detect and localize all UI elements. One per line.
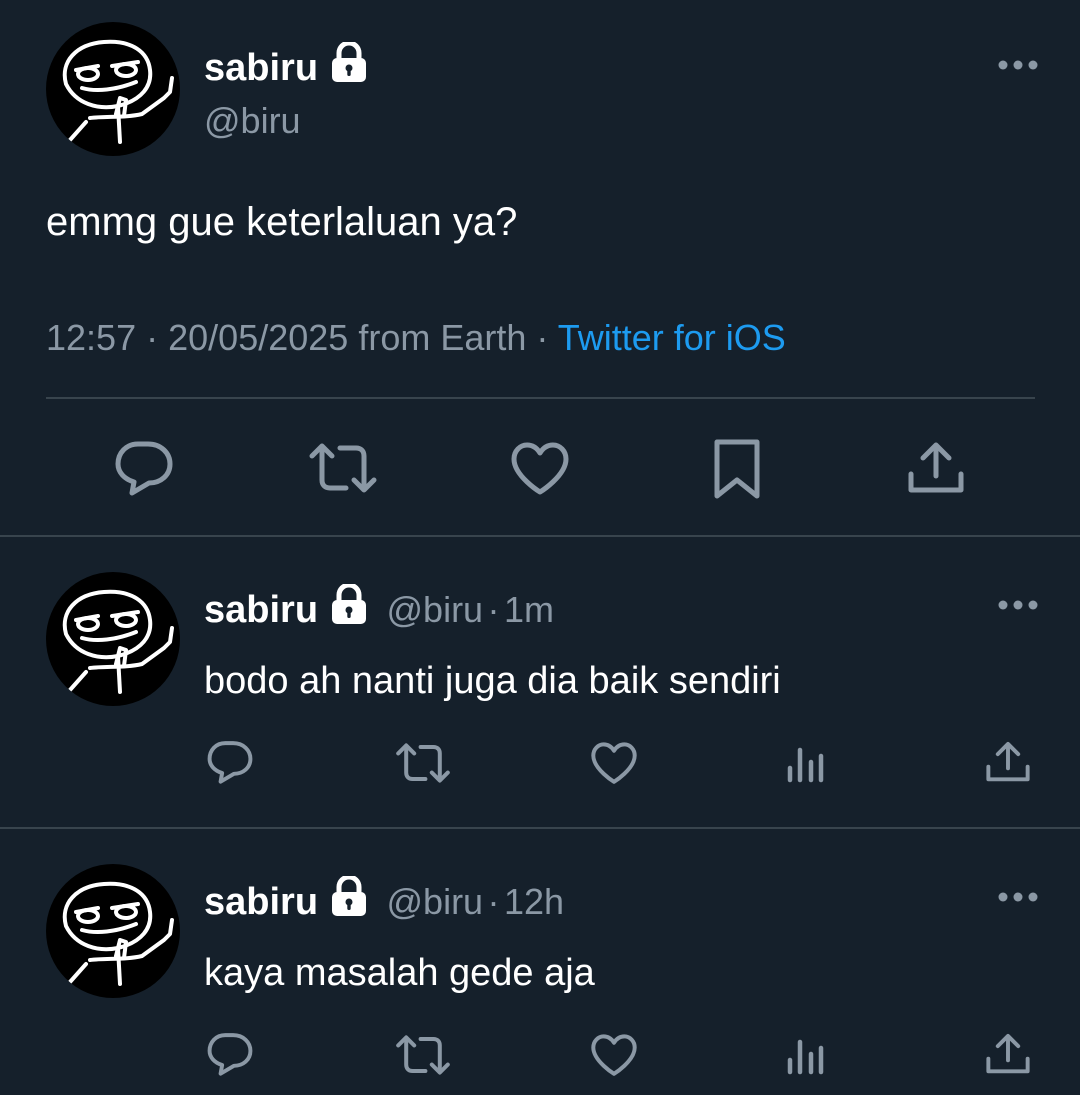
reply-icon[interactable]	[114, 440, 174, 496]
separator: ·	[146, 317, 159, 358]
tweet-location: from Earth	[358, 317, 527, 358]
avatar[interactable]	[46, 22, 180, 156]
more-options-icon[interactable]	[996, 890, 1040, 904]
retweet-icon[interactable]	[395, 1034, 451, 1076]
avatar-meme-face-image	[62, 589, 174, 694]
retweet-icon[interactable]	[308, 442, 378, 494]
timestamp[interactable]: 1m	[504, 589, 554, 630]
reply-icon[interactable]	[206, 740, 254, 784]
divider	[0, 535, 1080, 537]
tweet-date: 20/05/2025	[168, 317, 349, 358]
reply-icon[interactable]	[206, 1032, 254, 1076]
author-name-row[interactable]: sabiru	[204, 42, 368, 90]
handle[interactable]: @biru	[387, 881, 484, 922]
avatar[interactable]	[46, 864, 180, 998]
retweet-icon[interactable]	[395, 742, 451, 784]
avatar-meme-face-image	[62, 881, 174, 986]
avatar[interactable]	[46, 572, 180, 706]
handle[interactable]: @biru	[387, 589, 484, 630]
lock-icon	[330, 42, 368, 84]
tweet-text: bodo ah nanti juga dia baik sendiri	[204, 660, 781, 702]
lock-icon	[330, 584, 368, 626]
reply-header[interactable]: sabiru @biru · 1m	[204, 584, 554, 632]
views-icon[interactable]	[786, 744, 826, 784]
share-icon[interactable]	[984, 740, 1032, 784]
like-icon[interactable]	[590, 742, 638, 785]
views-icon[interactable]	[786, 1036, 826, 1076]
like-icon[interactable]	[510, 442, 570, 496]
display-name[interactable]: sabiru	[204, 47, 318, 89]
timestamp[interactable]: 12h	[504, 881, 564, 922]
lock-icon	[330, 876, 368, 918]
avatar-meme-face-image	[62, 39, 174, 144]
tweet-text: kaya masalah gede aja	[204, 952, 595, 994]
tweet-metadata: 12:57 · 20/05/2025 from Earth · Twitter …	[46, 317, 786, 359]
tweet-time: 12:57	[46, 317, 137, 358]
share-icon[interactable]	[984, 1032, 1032, 1076]
reply-header[interactable]: sabiru @biru · 12h	[204, 876, 564, 924]
separator: ·	[487, 589, 500, 630]
more-options-icon[interactable]	[996, 598, 1040, 612]
tweet-text: emmg gue keterlaluan ya?	[46, 200, 518, 244]
separator: ·	[487, 881, 500, 922]
client-link[interactable]: Twitter for iOS	[558, 317, 786, 358]
separator: ·	[536, 317, 549, 358]
divider	[0, 827, 1080, 829]
bookmark-icon[interactable]	[712, 438, 762, 500]
display-name[interactable]: sabiru	[204, 589, 318, 631]
divider	[46, 397, 1035, 399]
handle[interactable]: @biru	[204, 100, 301, 142]
display-name[interactable]: sabiru	[204, 881, 318, 923]
more-options-icon[interactable]	[996, 58, 1040, 72]
share-icon[interactable]	[906, 440, 966, 496]
like-icon[interactable]	[590, 1034, 638, 1077]
